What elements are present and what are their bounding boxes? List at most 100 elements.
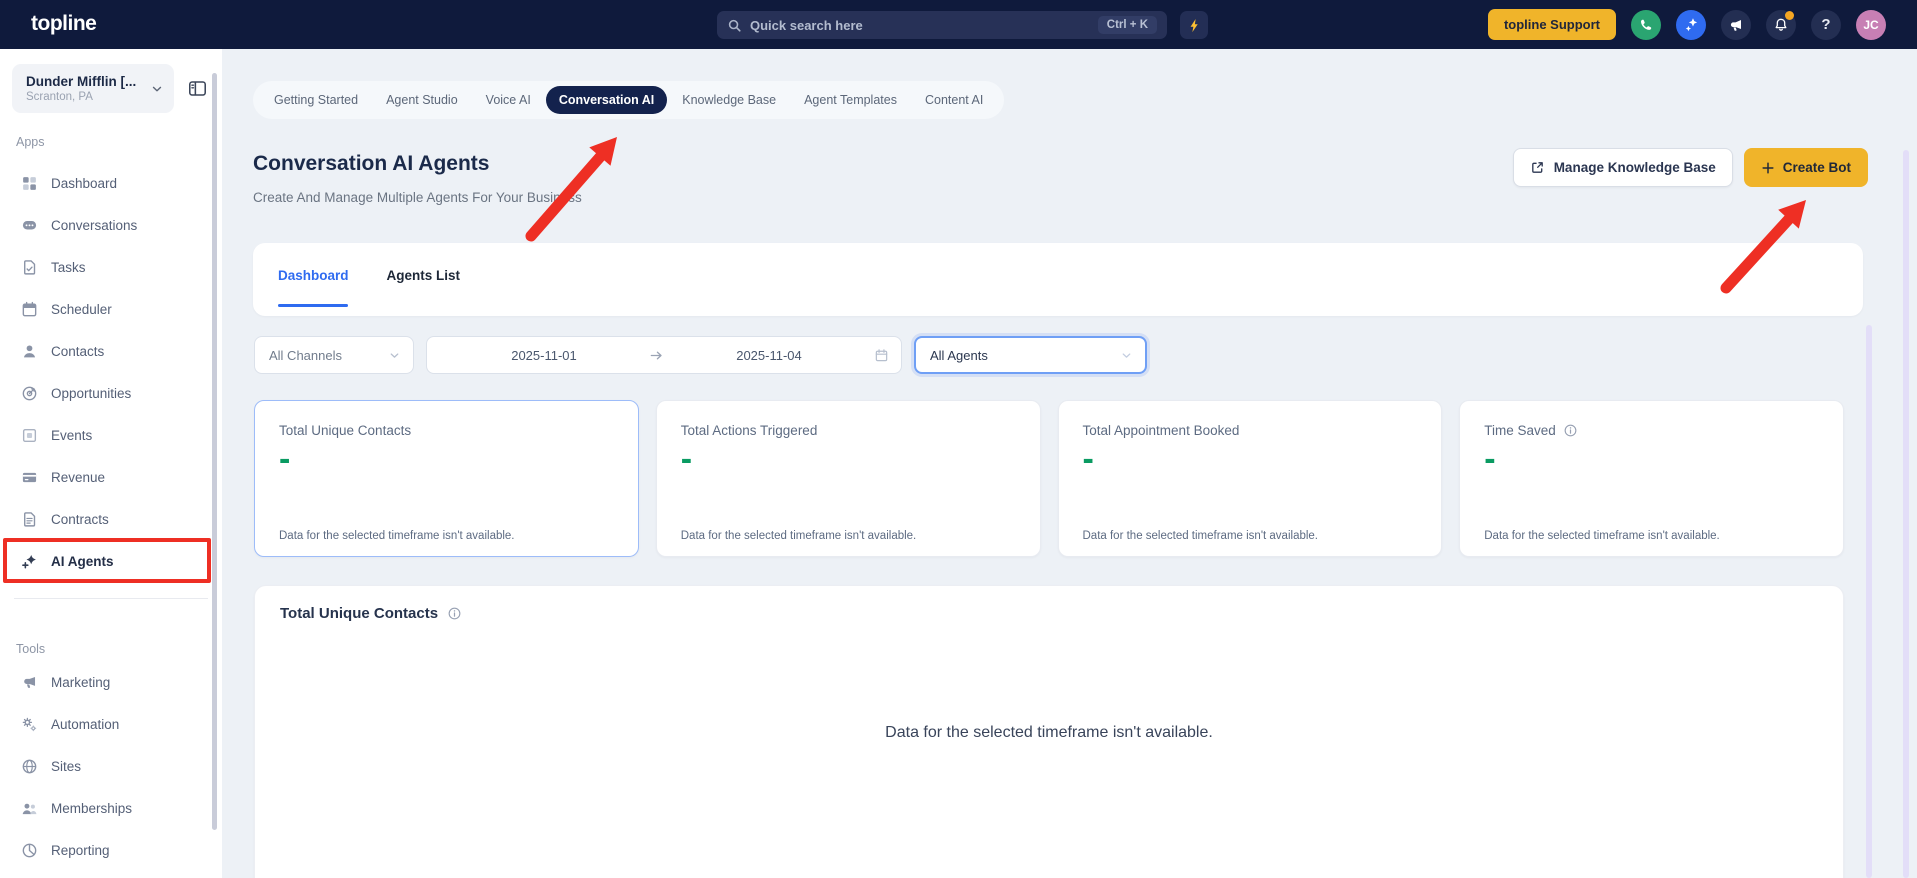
- stat-card-time-saved[interactable]: Time Saved - Data for the selected timef…: [1459, 400, 1844, 557]
- page-title: Conversation AI Agents: [253, 152, 490, 175]
- tab-voice-ai[interactable]: Voice AI: [473, 86, 544, 114]
- chevron-down-icon: [388, 349, 401, 362]
- sidebar-item-tasks[interactable]: Tasks: [0, 246, 212, 288]
- search-shortcut-badge: Ctrl + K: [1097, 16, 1157, 34]
- stat-value: -: [279, 440, 291, 478]
- active-tab-underline: [278, 304, 348, 307]
- search-placeholder: Quick search here: [750, 17, 863, 33]
- info-icon[interactable]: [447, 606, 462, 621]
- tab-dashboard[interactable]: Dashboard: [278, 268, 349, 283]
- org-location: Scranton, PA: [26, 91, 93, 103]
- sidebar-item-memberships[interactable]: Memberships: [0, 787, 212, 829]
- tab-content-ai[interactable]: Content AI: [912, 86, 996, 114]
- conversations-icon: [21, 217, 38, 234]
- chevron-down-icon: [150, 82, 164, 96]
- sidebar: Dunder Mifflin [... Scranton, PA Apps Da…: [0, 49, 222, 878]
- sidebar-collapse-button[interactable]: [188, 79, 207, 98]
- date-range-picker[interactable]: 2025-11-01 2025-11-04: [426, 336, 902, 374]
- document-icon: [21, 511, 38, 528]
- megaphone-icon: [1728, 17, 1744, 33]
- inner-scrollbar[interactable]: [1866, 325, 1872, 878]
- phone-icon: [1638, 17, 1654, 33]
- notification-badge: [1785, 10, 1794, 20]
- sidebar-tools-list: Marketing Automation Sites Memberships R…: [0, 661, 212, 871]
- help-button[interactable]: ?: [1811, 9, 1841, 40]
- sidebar-item-sites[interactable]: Sites: [0, 745, 212, 787]
- avatar[interactable]: JC: [1856, 9, 1886, 40]
- calendar-icon: [21, 301, 38, 318]
- tab-getting-started[interactable]: Getting Started: [261, 86, 371, 114]
- people-icon: [21, 800, 38, 817]
- quick-actions-button[interactable]: [1180, 11, 1208, 39]
- tab-knowledge-base[interactable]: Knowledge Base: [669, 86, 789, 114]
- question-icon: ?: [1821, 16, 1831, 33]
- sidebar-item-events[interactable]: Events: [0, 414, 212, 456]
- agents-select[interactable]: All Agents: [914, 336, 1147, 374]
- sidebar-item-ai-agents[interactable]: AI Agents: [0, 540, 212, 582]
- ai-sparkle-icon: [21, 553, 38, 570]
- tab-agents-list[interactable]: Agents List: [387, 268, 461, 283]
- sidebar-item-dashboard[interactable]: Dashboard: [0, 162, 212, 204]
- info-icon[interactable]: [1563, 423, 1578, 438]
- dashboard-icon: [21, 175, 38, 192]
- topbar: topline Quick search here Ctrl + K topli…: [0, 0, 1917, 49]
- sidebar-item-scheduler[interactable]: Scheduler: [0, 288, 212, 330]
- chevron-down-icon: [1120, 349, 1133, 362]
- sidebar-section-tools: Tools: [16, 642, 46, 656]
- channels-select[interactable]: All Channels: [254, 336, 414, 374]
- sidebar-item-revenue[interactable]: Revenue: [0, 456, 212, 498]
- search-input[interactable]: Quick search here Ctrl + K: [717, 11, 1167, 39]
- events-icon: [21, 427, 38, 444]
- page-subtitle: Create And Manage Multiple Agents For Yo…: [253, 190, 582, 205]
- globe-icon: [21, 758, 38, 775]
- ai-nav-pills: Getting Started Agent Studio Voice AI Co…: [253, 81, 1005, 119]
- create-bot-button[interactable]: Create Bot: [1743, 148, 1868, 187]
- tab-agent-templates[interactable]: Agent Templates: [791, 86, 910, 114]
- sidebar-item-automation[interactable]: Automation: [0, 703, 212, 745]
- lightning-icon: [1187, 18, 1202, 33]
- topbar-right-cluster: topline Support ? JC: [1487, 9, 1886, 40]
- announcements-button[interactable]: [1721, 9, 1751, 40]
- notifications-button[interactable]: [1766, 9, 1796, 40]
- arrow-right-icon: [649, 348, 664, 363]
- person-icon: [21, 343, 38, 360]
- phone-button[interactable]: [1631, 9, 1661, 40]
- stat-value: -: [1484, 440, 1496, 478]
- sparkles-icon: [1683, 16, 1700, 33]
- sidebar-item-conversations[interactable]: Conversations: [0, 204, 212, 246]
- target-icon: [21, 385, 38, 402]
- header-actions: Manage Knowledge Base Create Bot: [1512, 148, 1868, 187]
- ai-assist-button[interactable]: [1676, 9, 1706, 40]
- chart-card-title: Total Unique Contacts: [280, 605, 439, 622]
- stat-card-total-appointment-booked[interactable]: Total Appointment Booked - Data for the …: [1057, 400, 1443, 557]
- empty-state-message: Data for the selected timeframe isn't av…: [885, 724, 1213, 741]
- sidebar-item-marketing[interactable]: Marketing: [0, 661, 212, 703]
- tab-conversation-ai[interactable]: Conversation AI: [545, 86, 668, 114]
- sidebar-divider: [14, 598, 208, 599]
- sidebar-section-apps: Apps: [16, 135, 45, 149]
- org-switcher[interactable]: Dunder Mifflin [... Scranton, PA: [12, 64, 174, 113]
- support-button[interactable]: topline Support: [1487, 9, 1616, 40]
- sidebar-item-contacts[interactable]: Contacts: [0, 330, 212, 372]
- topline-logo: topline: [31, 12, 97, 35]
- sidebar-scrollbar[interactable]: [212, 73, 217, 830]
- sidebar-item-reporting[interactable]: Reporting: [0, 829, 212, 871]
- calendar-icon: [874, 348, 889, 363]
- stat-value: -: [680, 440, 693, 478]
- page-scrollbar[interactable]: [1903, 150, 1909, 878]
- sidebar-item-opportunities[interactable]: Opportunities: [0, 372, 212, 414]
- megaphone-gray-icon: [21, 674, 38, 691]
- chart-card: Total Unique Contacts Data for the selec…: [254, 585, 1844, 878]
- stat-cards-row: Total Unique Contacts - Data for the sel…: [254, 400, 1844, 557]
- search-icon: [727, 18, 742, 33]
- sidebar-item-contracts[interactable]: Contracts: [0, 498, 212, 540]
- manage-knowledge-base-button[interactable]: Manage Knowledge Base: [1512, 148, 1733, 187]
- sidebar-apps-list: Dashboard Conversations Tasks Scheduler …: [0, 162, 212, 582]
- tab-agent-studio[interactable]: Agent Studio: [373, 86, 471, 114]
- stat-card-total-actions-triggered[interactable]: Total Actions Triggered - Data for the s…: [655, 400, 1041, 557]
- org-name: Dunder Mifflin [...: [26, 74, 137, 89]
- stat-card-total-unique-contacts[interactable]: Total Unique Contacts - Data for the sel…: [254, 400, 639, 557]
- tabs-card: Dashboard Agents List: [253, 243, 1863, 316]
- filters-row: All Channels 2025-11-01 2025-11-04 All A…: [254, 336, 1147, 374]
- report-chart-icon: [21, 842, 38, 859]
